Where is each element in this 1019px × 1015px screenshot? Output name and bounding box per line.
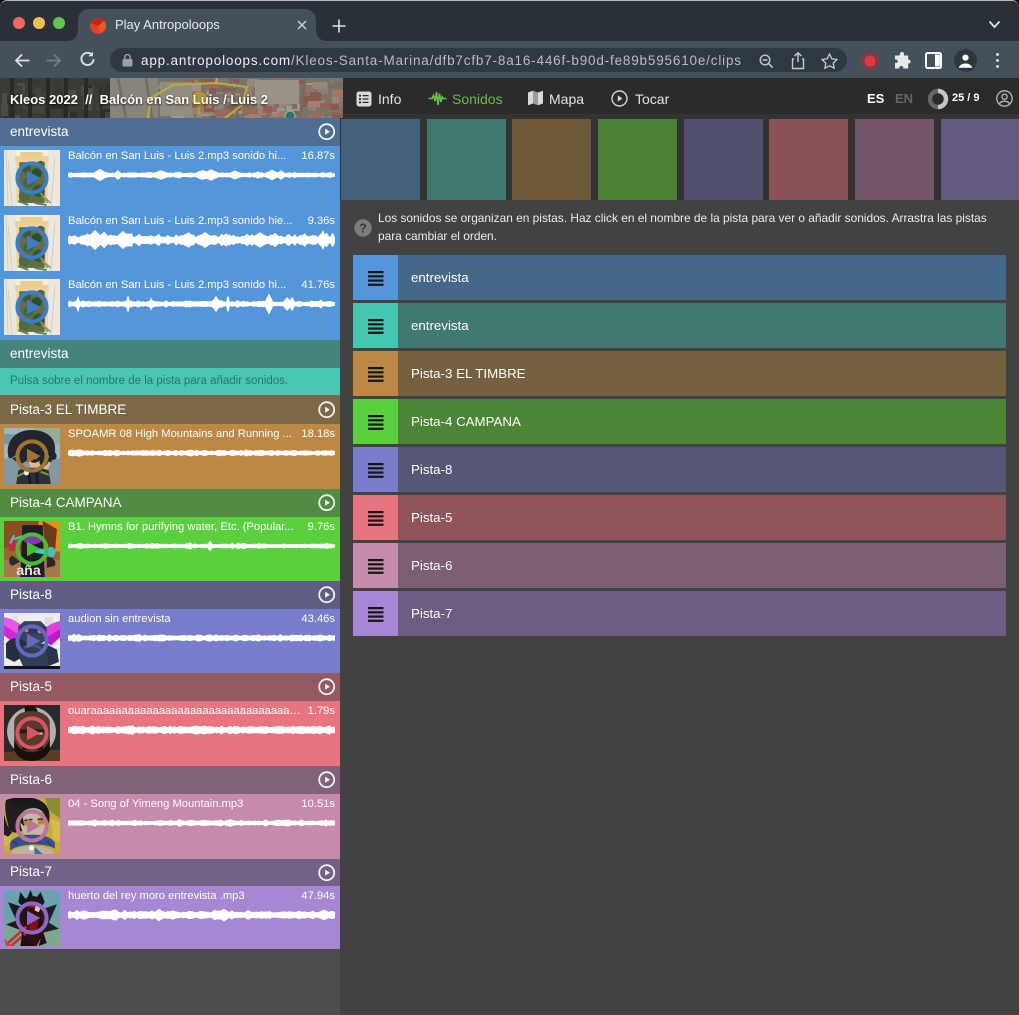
svg-text:?: ? xyxy=(359,221,367,236)
